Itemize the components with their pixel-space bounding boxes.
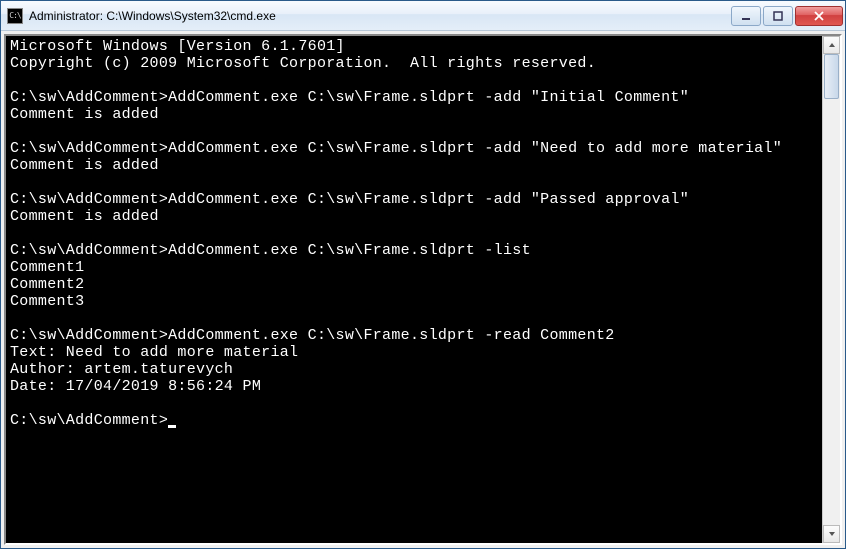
maximize-icon bbox=[773, 11, 783, 21]
window-controls bbox=[731, 6, 843, 26]
cmd-window: C:\ Administrator: C:\Windows\System32\c… bbox=[0, 0, 846, 549]
titlebar[interactable]: C:\ Administrator: C:\Windows\System32\c… bbox=[1, 1, 845, 31]
maximize-button[interactable] bbox=[763, 6, 793, 26]
cursor bbox=[168, 425, 176, 428]
scroll-thumb[interactable] bbox=[824, 54, 839, 99]
terminal-wrap: Microsoft Windows [Version 6.1.7601] Cop… bbox=[4, 34, 842, 545]
window-title: Administrator: C:\Windows\System32\cmd.e… bbox=[29, 9, 731, 23]
terminal-output[interactable]: Microsoft Windows [Version 6.1.7601] Cop… bbox=[6, 36, 822, 543]
minimize-button[interactable] bbox=[731, 6, 761, 26]
chevron-down-icon bbox=[828, 530, 836, 538]
current-prompt[interactable]: C:\sw\AddComment> bbox=[10, 412, 168, 429]
content-area: Microsoft Windows [Version 6.1.7601] Cop… bbox=[1, 31, 845, 548]
scroll-down-button[interactable] bbox=[823, 525, 840, 543]
close-icon bbox=[813, 11, 825, 21]
scroll-up-button[interactable] bbox=[823, 36, 840, 54]
cmd-icon-label: C:\ bbox=[9, 12, 20, 20]
minimize-icon bbox=[741, 11, 751, 21]
scrollbar bbox=[822, 36, 840, 543]
chevron-up-icon bbox=[828, 41, 836, 49]
close-button[interactable] bbox=[795, 6, 843, 26]
cmd-icon: C:\ bbox=[7, 8, 23, 24]
scroll-track[interactable] bbox=[823, 54, 840, 525]
